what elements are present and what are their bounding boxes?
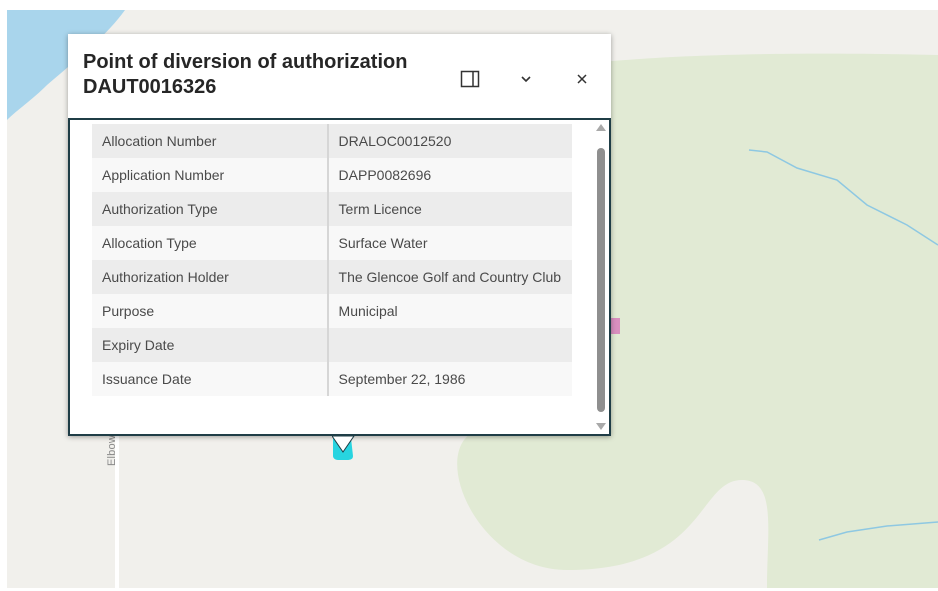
table-row: Expiry Date [92, 328, 572, 362]
chevron-down-icon [521, 76, 531, 83]
popup-scrollbar[interactable] [594, 120, 608, 434]
table-row: Purpose Municipal [92, 294, 572, 328]
scroll-down-icon[interactable] [596, 423, 606, 430]
attribute-key: Issuance Date [92, 362, 329, 396]
attribute-key: Authorization Type [92, 192, 329, 226]
attribute-value [327, 328, 572, 362]
scroll-up-icon[interactable] [596, 124, 606, 131]
close-button[interactable] [567, 64, 597, 94]
attribute-value: Municipal [327, 294, 572, 328]
attribute-value: Surface Water [327, 226, 572, 260]
attribute-key: Authorization Holder [92, 260, 329, 294]
attribute-value: DAPP0082696 [327, 158, 572, 192]
attribute-key: Application Number [92, 158, 329, 192]
attribute-value: September 22, 1986 [327, 362, 572, 396]
table-row: Authorization Type Term Licence [92, 192, 572, 226]
table-row: Application Number DAPP0082696 [92, 158, 572, 192]
table-row: Allocation Number DRALOC0012520 [92, 124, 572, 158]
feature-popup: Point of diversion of authorization DAUT… [68, 34, 611, 436]
popup-body: Allocation Number DRALOC0012520 Applicat… [68, 120, 611, 436]
attribute-key: Allocation Number [92, 124, 329, 158]
attribute-key: Allocation Type [92, 226, 329, 260]
attribute-table: Allocation Number DRALOC0012520 Applicat… [92, 124, 572, 396]
popup-title: Point of diversion of authorization DAUT… [83, 51, 408, 98]
table-row: Authorization Holder The Glencoe Golf an… [92, 260, 572, 294]
attribute-value: DRALOC0012520 [327, 124, 572, 158]
map-feature-marker[interactable] [611, 318, 620, 334]
close-icon [577, 74, 587, 84]
attribute-value: The Glencoe Golf and Country Club [327, 260, 572, 294]
selected-location-marker[interactable] [332, 436, 356, 462]
collapse-button[interactable] [511, 64, 541, 94]
attribute-value: Term Licence [327, 192, 572, 226]
table-row: Allocation Type Surface Water [92, 226, 572, 260]
attribute-key: Expiry Date [92, 328, 329, 362]
dock-button[interactable] [455, 64, 485, 94]
dock-panel-icon [460, 70, 480, 88]
popup-header: Point of diversion of authorization DAUT… [68, 34, 611, 120]
table-row: Issuance Date September 22, 1986 [92, 362, 572, 396]
attribute-key: Purpose [92, 294, 329, 328]
scroll-thumb[interactable] [597, 148, 605, 412]
